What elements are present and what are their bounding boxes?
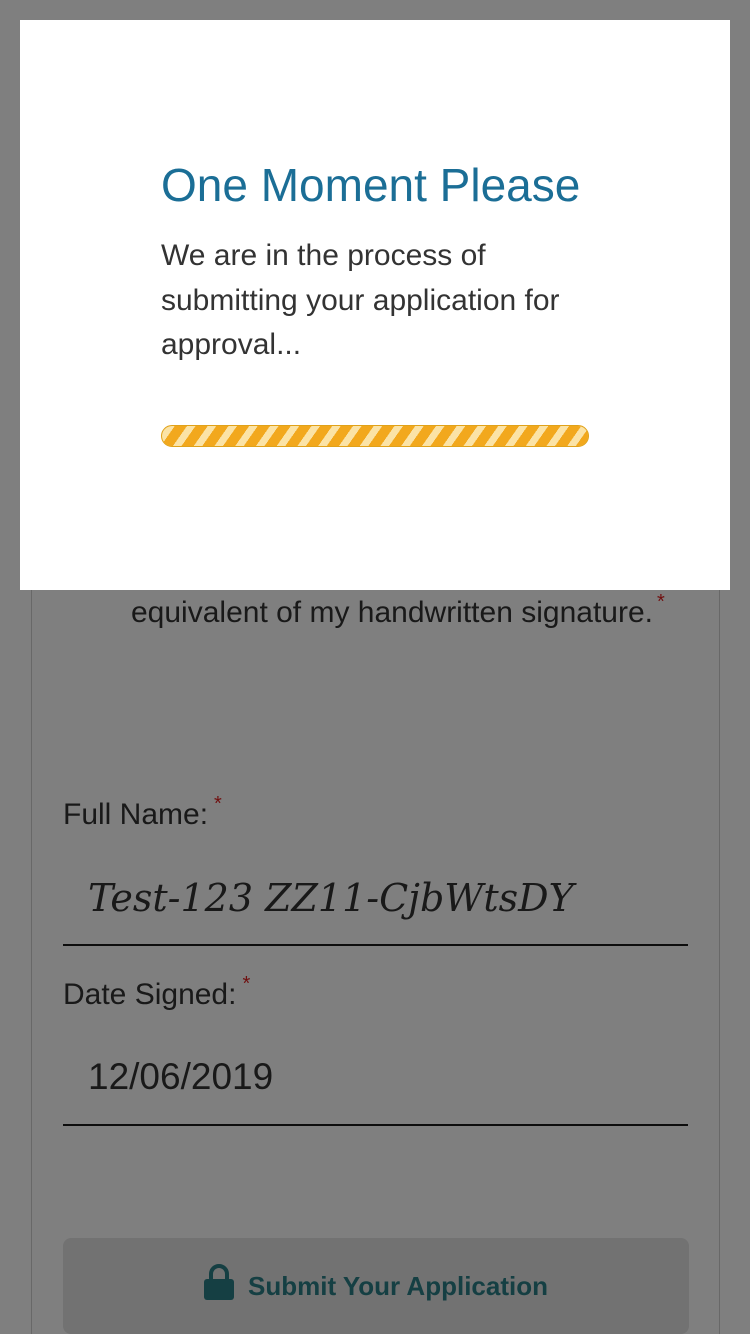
modal-message: We are in the process of submitting your… <box>161 239 560 361</box>
modal-title: One Moment Please <box>161 159 581 211</box>
loading-modal: One Moment Please We are in the process … <box>20 20 730 590</box>
progress-bar <box>161 425 589 447</box>
progress-fill <box>162 426 588 446</box>
